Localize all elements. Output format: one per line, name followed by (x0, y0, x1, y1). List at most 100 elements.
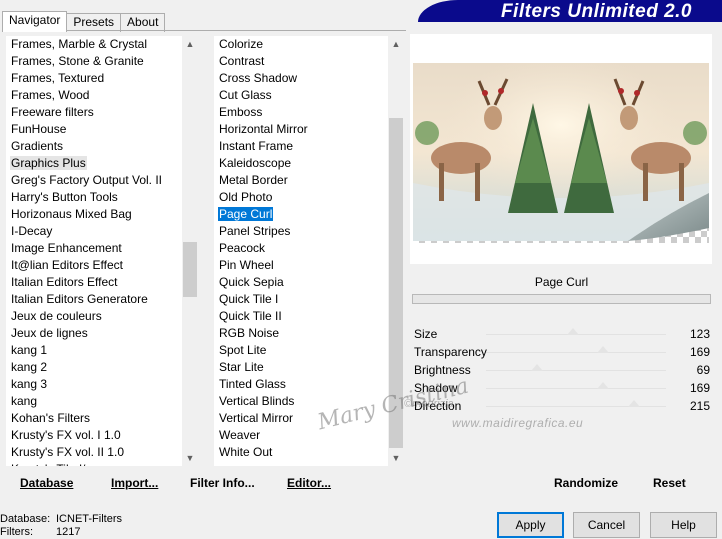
category-item[interactable]: Freeware filters (6, 104, 182, 121)
filter-item-label: Old Photo (219, 190, 273, 204)
category-item[interactable]: Harry's Button Tools (6, 189, 182, 206)
preview-panel[interactable] (410, 34, 712, 264)
filter-item[interactable]: RGB Noise (214, 325, 388, 342)
category-item[interactable]: Krusty's FX vol. I 1.0 (6, 427, 182, 444)
category-item[interactable]: Greg's Factory Output Vol. II (6, 172, 182, 189)
param-slider-thumb[interactable] (597, 382, 610, 389)
filter-item[interactable]: Quick Tile I (214, 291, 388, 308)
filter-item[interactable]: Tinted Glass (214, 376, 388, 393)
filter-item[interactable]: Panel Stripes (214, 223, 388, 240)
filter-item-label: Quick Sepia (219, 275, 284, 289)
category-item[interactable]: Jeux de couleurs (6, 308, 182, 325)
filter-item[interactable]: Cut Glass (214, 87, 388, 104)
filter-item[interactable]: Emboss (214, 104, 388, 121)
filter-item[interactable]: Peacock (214, 240, 388, 257)
editor-button[interactable]: Editor... (287, 476, 331, 490)
param-slider-thumb[interactable] (627, 400, 640, 407)
param-value[interactable]: 69 (697, 363, 710, 377)
import-button[interactable]: Import... (111, 476, 158, 490)
category-item[interactable]: kang 3 (6, 376, 182, 393)
param-value[interactable]: 123 (690, 327, 710, 341)
category-item[interactable]: I-Decay (6, 223, 182, 240)
category-item[interactable]: Frames, Stone & Granite (6, 53, 182, 70)
category-item-label: Italian Editors Generatore (11, 292, 148, 306)
filter-item[interactable]: Quick Sepia (214, 274, 388, 291)
param-slider-thumb[interactable] (597, 346, 610, 353)
param-value[interactable]: 169 (690, 381, 710, 395)
category-item[interactable]: Graphics Plus (6, 155, 182, 172)
param-value[interactable]: 169 (690, 345, 710, 359)
tab-navigator[interactable]: Navigator (2, 11, 68, 32)
param-slider[interactable] (486, 352, 666, 353)
category-item[interactable]: Horizonaus Mixed Bag (6, 206, 182, 223)
category-item[interactable]: Italian Editors Effect (6, 274, 182, 291)
category-item-label: kang 1 (11, 343, 48, 357)
filter-item[interactable]: Old Photo (214, 189, 388, 206)
filter-item-label: Pin Wheel (219, 258, 274, 272)
reset-button[interactable]: Reset (653, 476, 686, 490)
scroll-down-icon[interactable]: ▼ (388, 450, 404, 466)
filter-item[interactable]: Star Lite (214, 359, 388, 376)
category-item[interactable]: FunHouse (6, 121, 182, 138)
param-row[interactable]: Size 123 (410, 325, 712, 343)
param-slider[interactable] (486, 388, 666, 389)
randomize-button[interactable]: Randomize (554, 476, 618, 490)
category-item[interactable]: kang 2 (6, 359, 182, 376)
cancel-button[interactable]: Cancel (573, 512, 640, 538)
database-button[interactable]: Database (20, 476, 73, 490)
category-item[interactable]: Image Enhancement (6, 240, 182, 257)
filter-item-label: Vertical Mirror (219, 411, 294, 425)
category-item[interactable]: Kohan's Filters (6, 410, 182, 427)
tab-bar: Navigator Presets About (2, 11, 166, 32)
category-item[interactable]: Italian Editors Generatore (6, 291, 182, 308)
category-item-label: FunHouse (11, 122, 67, 136)
param-slider-thumb[interactable] (567, 328, 580, 335)
filters-count-label: Filters: (0, 526, 33, 538)
category-item[interactable]: It@lian Editors Effect (6, 257, 182, 274)
param-slider[interactable] (486, 370, 666, 371)
filter-item[interactable]: Cross Shadow (214, 70, 388, 87)
category-item-label: Krusty's Tiled/... (10, 462, 96, 466)
filter-item[interactable]: Kaleidoscope (214, 155, 388, 172)
filter-item-label: Star Lite (219, 360, 264, 374)
filter-item[interactable]: Quick Tile II (214, 308, 388, 325)
category-item[interactable]: kang 1 (6, 342, 182, 359)
param-row[interactable]: Transparency 169 (410, 343, 712, 361)
filter-item[interactable]: Instant Frame (214, 138, 388, 155)
scroll-down-icon[interactable]: ▼ (182, 450, 198, 466)
filter-item-label: Colorize (219, 37, 264, 51)
param-value[interactable]: 215 (690, 399, 710, 413)
help-button[interactable]: Help (650, 512, 717, 538)
filter-item[interactable]: Weaver (214, 427, 388, 444)
category-scroll-thumb[interactable] (183, 242, 197, 297)
filter-item-label: Panel Stripes (219, 224, 291, 238)
filter-item[interactable]: Horizontal Mirror (214, 121, 388, 138)
filter-info-button[interactable]: Filter Info... (190, 476, 255, 490)
filter-item[interactable]: Pin Wheel (214, 257, 388, 274)
param-label: Size (414, 327, 438, 341)
category-item[interactable]: kang (6, 393, 182, 410)
category-list[interactable]: Frames, Marble & Crystal Frames, Stone & … (6, 36, 198, 466)
category-item[interactable]: Gradients (6, 138, 182, 155)
filter-item[interactable]: Colorize (214, 36, 388, 53)
filter-item-label: Horizontal Mirror (219, 122, 308, 136)
category-scrollbar[interactable]: ▲ ▼ (182, 36, 198, 466)
filter-item[interactable]: Page Curl (214, 206, 388, 223)
category-item-label: Harry's Button Tools (11, 190, 118, 204)
category-item[interactable]: Krusty's FX vol. II 1.0 (6, 444, 182, 461)
scroll-up-icon[interactable]: ▲ (388, 36, 404, 52)
category-item[interactable]: Frames, Textured (6, 70, 182, 87)
apply-button[interactable]: Apply (497, 512, 564, 538)
scroll-up-icon[interactable]: ▲ (182, 36, 198, 52)
filter-item[interactable]: White Out (214, 444, 388, 461)
filter-item[interactable]: Contrast (214, 53, 388, 70)
filter-item[interactable]: Metal Border (214, 172, 388, 189)
param-slider-thumb[interactable] (531, 364, 544, 371)
category-item[interactable]: Krusty's Tiled/... (6, 461, 182, 466)
category-item[interactable]: Frames, Marble & Crystal (6, 36, 182, 53)
filter-item[interactable]: Spot Lite (214, 342, 388, 359)
category-item[interactable]: Jeux de lignes (6, 325, 182, 342)
category-item[interactable]: Frames, Wood (6, 87, 182, 104)
category-item-label: Italian Editors Effect (11, 275, 118, 289)
current-filter-name: Page Curl (412, 271, 711, 293)
